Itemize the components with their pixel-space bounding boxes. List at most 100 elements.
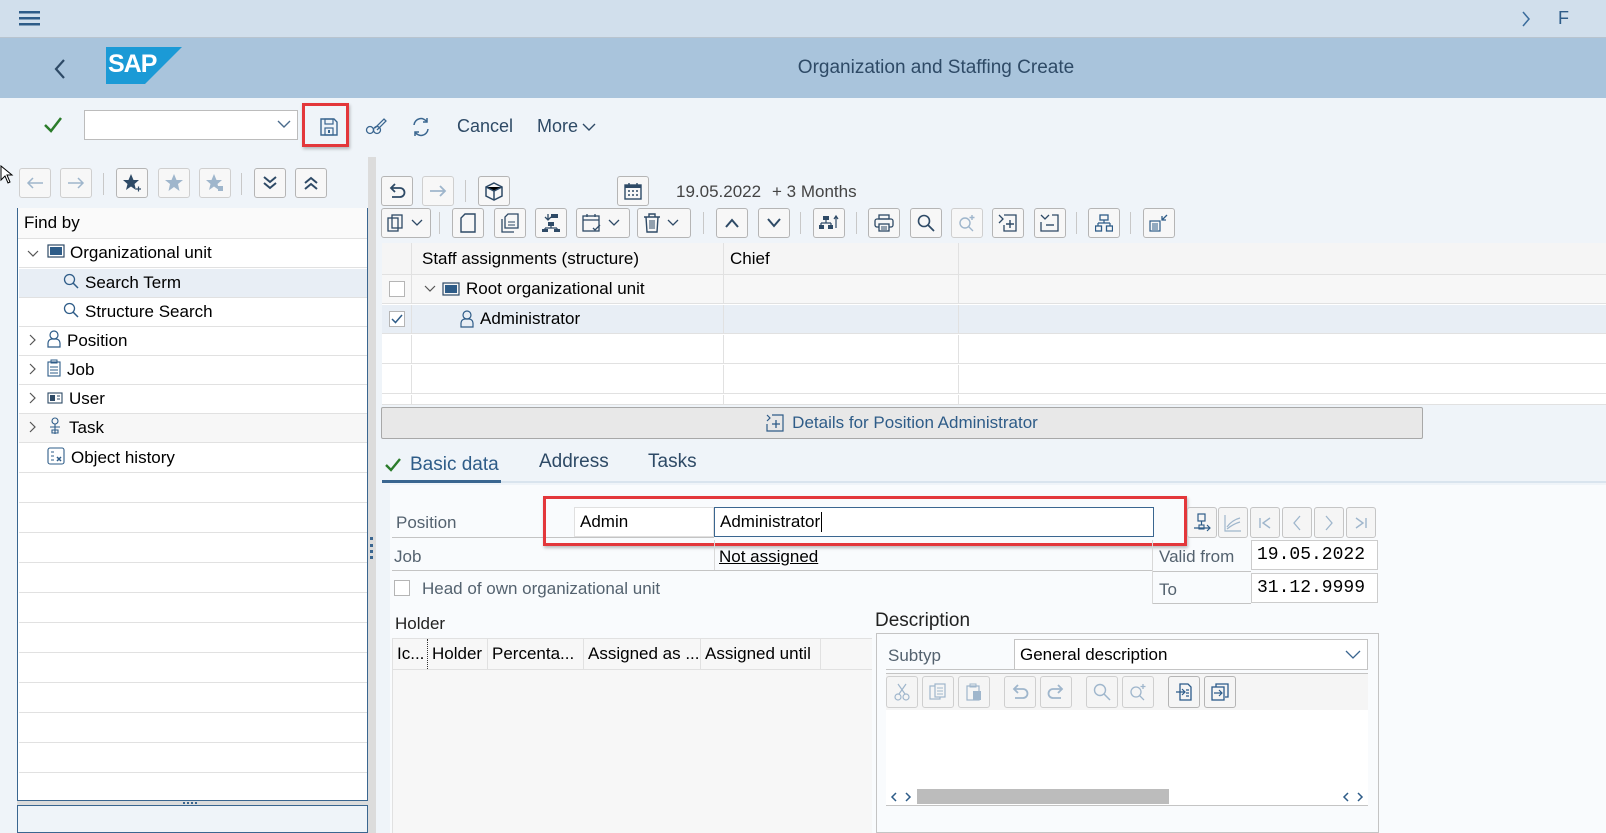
row-select-cell[interactable] bbox=[382, 275, 412, 303]
subtype-select[interactable]: General description bbox=[1014, 639, 1368, 670]
first-record-button[interactable] bbox=[1250, 507, 1280, 538]
expand-node-button[interactable] bbox=[992, 208, 1024, 238]
tree-item-search-term[interactable]: Search Term bbox=[19, 269, 367, 298]
row-checkbox[interactable] bbox=[388, 281, 405, 297]
find-next-button[interactable] bbox=[951, 208, 983, 238]
forward-nav-button[interactable] bbox=[60, 168, 92, 198]
horizontal-scrollbar[interactable] bbox=[886, 788, 1368, 806]
subtype-value: General description bbox=[1020, 644, 1168, 664]
tab-tasks[interactable]: Tasks bbox=[648, 451, 697, 473]
delete-favorite-button[interactable] bbox=[199, 168, 231, 198]
save-button[interactable] bbox=[317, 115, 341, 139]
refresh-button[interactable] bbox=[409, 115, 433, 139]
period-menu-button[interactable] bbox=[576, 208, 630, 238]
last-record-button[interactable] bbox=[1346, 507, 1376, 538]
copy-menu-button[interactable] bbox=[381, 208, 431, 238]
vertical-splitter[interactable] bbox=[368, 157, 376, 833]
chevron-right-icon[interactable] bbox=[29, 418, 45, 438]
scrollbar-thumb[interactable] bbox=[917, 789, 1169, 804]
undo-button[interactable] bbox=[381, 176, 413, 206]
favorite-button[interactable] bbox=[158, 168, 190, 198]
create-button[interactable] bbox=[452, 208, 484, 238]
row-select-cell[interactable] bbox=[382, 305, 412, 333]
valid-to-field[interactable]: 31.12.9999 bbox=[1251, 573, 1378, 603]
column-header-assigned-as[interactable]: Assigned as ... bbox=[584, 639, 701, 669]
valid-from-field[interactable]: 19.05.2022 bbox=[1251, 540, 1378, 570]
column-header-percentage[interactable]: Percenta... bbox=[488, 639, 584, 669]
table-row[interactable]: Administrator bbox=[382, 305, 1606, 334]
calendar-button[interactable] bbox=[617, 176, 649, 206]
structure-cell[interactable]: Administrator bbox=[412, 305, 724, 333]
structure-cell[interactable]: Root organizational unit bbox=[412, 275, 724, 303]
column-header-assigned-until[interactable]: Assigned until bbox=[701, 639, 821, 669]
chevron-down-icon[interactable] bbox=[277, 119, 291, 129]
head-of-org-unit-checkbox[interactable] bbox=[394, 580, 410, 596]
structure-graphics-button[interactable] bbox=[1088, 208, 1120, 238]
copy-document-button[interactable] bbox=[494, 208, 526, 238]
column-header-chief[interactable]: Chief bbox=[724, 243, 959, 274]
find-button[interactable] bbox=[910, 208, 942, 238]
details-position-button[interactable]: Details for Position Administrator bbox=[381, 407, 1423, 439]
tree-item-task[interactable]: Task bbox=[19, 414, 367, 443]
previous-record-button[interactable] bbox=[1282, 507, 1312, 538]
column-header-holder[interactable]: Holder bbox=[428, 639, 488, 669]
assign-button[interactable] bbox=[535, 208, 567, 238]
table-header-row: Staff assignments (structure) Chief bbox=[382, 243, 1606, 275]
cancel-button[interactable]: Cancel bbox=[457, 116, 513, 137]
move-up-button[interactable] bbox=[716, 208, 748, 238]
row-checkbox-checked[interactable] bbox=[388, 311, 405, 327]
divider bbox=[714, 540, 715, 570]
expand-all-button[interactable] bbox=[254, 168, 286, 198]
position-relation-button[interactable] bbox=[1187, 507, 1217, 538]
copy-text-button[interactable] bbox=[922, 676, 954, 708]
paste-button[interactable] bbox=[958, 676, 990, 708]
chevron-right-icon[interactable] bbox=[1518, 9, 1534, 29]
glasses-pencil-icon bbox=[365, 118, 387, 135]
collapse-node-button[interactable] bbox=[1034, 208, 1066, 238]
chevron-right-icon[interactable] bbox=[29, 389, 45, 409]
tab-basic-data[interactable]: Basic data bbox=[382, 449, 501, 483]
cut-button[interactable] bbox=[886, 676, 918, 708]
import-text-button[interactable] bbox=[1168, 676, 1200, 708]
hamburger-menu-icon[interactable] bbox=[18, 8, 42, 28]
redo-forward-button[interactable] bbox=[422, 176, 454, 206]
add-favorite-button[interactable] bbox=[116, 168, 148, 198]
command-field[interactable] bbox=[84, 110, 298, 140]
reassign-button[interactable] bbox=[813, 208, 845, 238]
chevron-right-icon[interactable] bbox=[29, 331, 45, 351]
job-link[interactable]: Not assigned bbox=[719, 547, 818, 567]
undo-icon bbox=[389, 183, 406, 198]
object-manager-button[interactable] bbox=[478, 176, 510, 206]
details-button-label: Details for Position Administrator bbox=[792, 413, 1038, 432]
column-configuration-button[interactable] bbox=[1143, 208, 1175, 238]
chevron-right-icon[interactable] bbox=[29, 360, 45, 380]
find-next-text-button[interactable] bbox=[1122, 676, 1154, 708]
delete-menu-button[interactable] bbox=[637, 208, 691, 238]
find-text-button[interactable] bbox=[1086, 676, 1118, 708]
column-header-staff-assignments[interactable]: Staff assignments (structure) bbox=[412, 243, 724, 274]
tree-item-object-history[interactable]: Object history bbox=[19, 444, 367, 473]
enter-checkmark-icon[interactable] bbox=[42, 114, 64, 136]
tree-item-job[interactable]: Job bbox=[19, 356, 367, 385]
tree-item-user[interactable]: User bbox=[19, 385, 367, 414]
collapse-all-button[interactable] bbox=[295, 168, 327, 198]
redo-text-button[interactable] bbox=[1040, 676, 1072, 708]
display-change-button[interactable] bbox=[364, 115, 388, 139]
move-down-button[interactable] bbox=[758, 208, 790, 238]
empty-cell bbox=[724, 335, 959, 363]
tree-item-position[interactable]: Position bbox=[19, 327, 367, 356]
chart-button[interactable] bbox=[1218, 507, 1248, 538]
tree-item-structure-search[interactable]: Structure Search bbox=[19, 298, 367, 327]
undo-text-button[interactable] bbox=[1004, 676, 1036, 708]
print-button[interactable] bbox=[868, 208, 900, 238]
export-text-button[interactable] bbox=[1204, 676, 1236, 708]
next-record-button[interactable] bbox=[1314, 507, 1344, 538]
tab-address[interactable]: Address bbox=[539, 451, 609, 473]
more-menu-button[interactable]: More bbox=[537, 116, 596, 137]
tree-item-organizational-unit[interactable]: Organizational unit bbox=[19, 239, 367, 268]
column-header-icon[interactable]: Ic... bbox=[393, 639, 428, 669]
chevron-down-icon[interactable] bbox=[27, 243, 43, 263]
table-row[interactable]: Root organizational unit bbox=[382, 275, 1606, 304]
holder-table: Ic... Holder Percenta... Assigned as ...… bbox=[392, 638, 872, 833]
back-nav-button[interactable] bbox=[19, 168, 51, 198]
